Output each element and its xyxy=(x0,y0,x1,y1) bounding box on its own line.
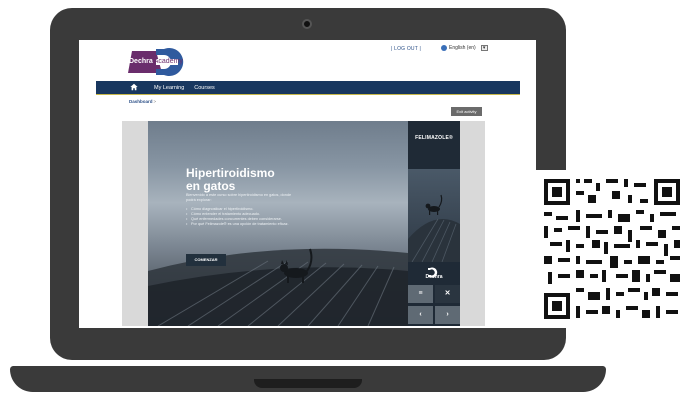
logout-link[interactable]: | LOG OUT | xyxy=(391,46,421,52)
laptop-screen: DechraAcademy | LOG OUT | English (en) ▾… xyxy=(79,40,536,328)
start-course-button[interactable]: COMENZAR xyxy=(186,254,226,266)
chevron-left-icon[interactable]: ‹ xyxy=(408,306,433,324)
sidebar-cat-icon xyxy=(408,194,460,263)
breadcrumb: Dashboard> xyxy=(129,99,156,104)
navbar-accent-rule xyxy=(96,94,520,95)
laptop-notch xyxy=(254,379,362,388)
brand-mark: ® xyxy=(449,135,453,141)
qr-code xyxy=(536,170,688,328)
nav-item-courses[interactable]: Courses xyxy=(194,85,214,91)
webcam-icon xyxy=(302,19,312,29)
nav-item-my-learning[interactable]: My Learning xyxy=(154,85,184,91)
course-title-line2: en gatos xyxy=(186,179,236,193)
language-label: English (en) xyxy=(449,45,476,51)
logo-text: DechraAcademy xyxy=(129,58,183,65)
chevron-down-icon[interactable]: ▾ xyxy=(480,45,488,51)
dechra-sidebar-logo xyxy=(428,267,438,278)
course-sidebar: FELIMAZOLE® Dechra ≡ ✕ ‹ › xyxy=(408,121,460,326)
course-player: Hipertiroidismo en gatos Bienvenido a es… xyxy=(148,121,460,326)
course-topic-list: Cómo diagnosticar el hipertiroidismo. Có… xyxy=(186,207,298,227)
sidebar-company: Dechra xyxy=(425,274,443,280)
menu-icon[interactable]: ≡ xyxy=(408,285,433,303)
felimazole-logo: FELIMAZOLE® xyxy=(408,135,460,141)
course-title: Hipertiroidismo en gatos xyxy=(186,167,275,193)
globe-icon xyxy=(441,45,447,51)
course-intro: Bienvenido a este curso sobre hipertiroi… xyxy=(186,193,292,202)
exit-activity-button[interactable]: Exit activity xyxy=(451,107,482,116)
language-selector[interactable]: English (en) ▾ xyxy=(441,45,488,51)
sidebar-image xyxy=(408,169,460,263)
brand-name: FELIMAZOLE xyxy=(415,135,450,141)
home-icon[interactable] xyxy=(130,83,138,91)
main-navbar: My Learning Courses xyxy=(96,81,520,94)
logo-text-academy: Academy xyxy=(153,58,183,65)
course-hero: Hipertiroidismo en gatos Bienvenido a es… xyxy=(148,121,408,326)
close-icon[interactable]: ✕ xyxy=(435,285,460,303)
breadcrumb-dashboard[interactable]: Dashboard xyxy=(129,99,153,104)
chevron-right-icon[interactable]: › xyxy=(435,306,460,324)
logo-text-dechra: Dechra xyxy=(129,58,153,65)
list-item: Por qué Felimazole® es una opción de tra… xyxy=(186,222,298,227)
breadcrumb-separator: > xyxy=(153,99,157,104)
